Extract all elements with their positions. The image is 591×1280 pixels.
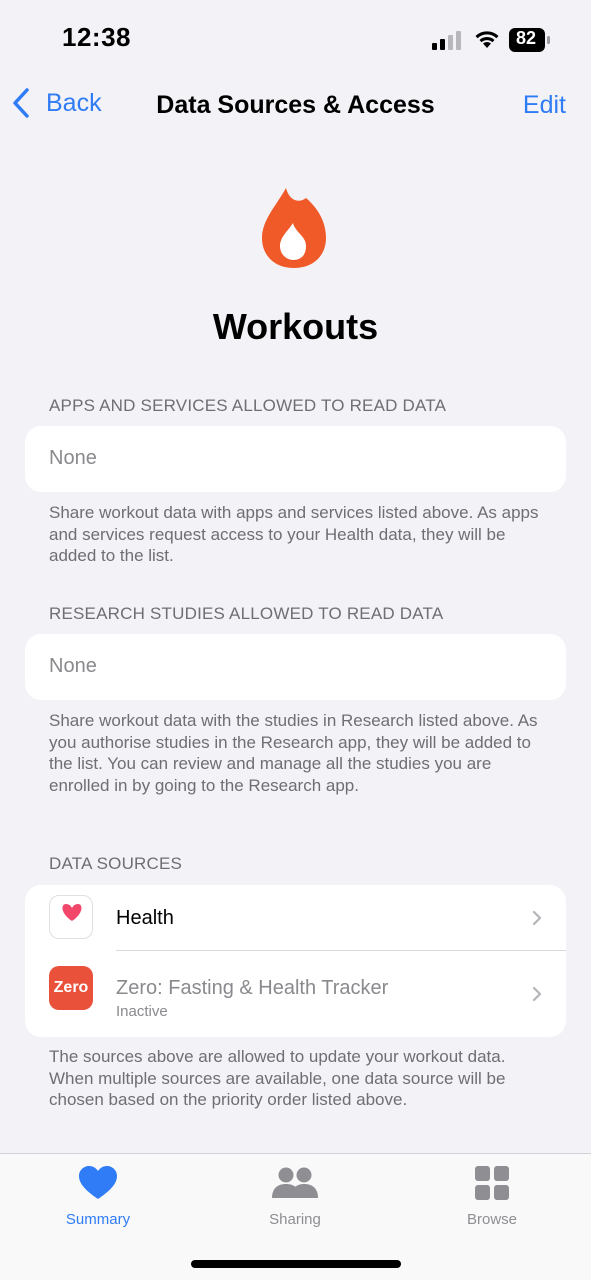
status-bar: 12:38 82 [0, 0, 591, 80]
edit-button[interactable]: Edit [523, 91, 566, 120]
research-section-header: RESEARCH STUDIES ALLOWED TO READ DATA [49, 604, 444, 623]
health-heart-icon [49, 895, 93, 939]
zero-app-icon: Zero [49, 966, 93, 1010]
home-indicator [191, 1260, 401, 1268]
apps-none-value: None [49, 447, 97, 469]
tab-browse[interactable]: Browse [432, 1166, 552, 1228]
tab-summary[interactable]: Summary [38, 1166, 158, 1228]
source-row-zero[interactable]: Zero Zero: Fasting & Health Tracker Inac… [25, 951, 566, 1037]
apps-section-header: APPS AND SERVICES ALLOWED TO READ DATA [49, 396, 447, 415]
data-sources-footer: The sources above are allowed to update … [49, 1047, 506, 1109]
chevron-right-icon [532, 986, 542, 1002]
tab-sharing[interactable]: Sharing [235, 1166, 355, 1228]
status-time: 12:38 [62, 22, 131, 52]
apps-card: None [25, 426, 566, 492]
cellular-signal-icon [432, 31, 461, 50]
data-sources-card: Health Zero Zero: Fasting & Health Track… [25, 885, 566, 1037]
research-none-value: None [49, 655, 97, 677]
source-row-health[interactable]: Health [25, 885, 566, 951]
navigation-bar: Back Data Sources & Access Edit [0, 80, 591, 132]
research-card: None [25, 634, 566, 700]
wifi-icon [475, 31, 499, 48]
battery-level: 82 [515, 28, 537, 48]
data-sources-header: DATA SOURCES [49, 854, 183, 873]
apps-section-footer: Share workout data with apps and service… [49, 503, 539, 565]
people-icon [272, 1167, 318, 1198]
flame-icon [262, 188, 326, 268]
source-name-zero: Zero: Fasting & Health Tracker [116, 977, 389, 999]
grid-icon [475, 1166, 509, 1200]
heart-icon [79, 1166, 117, 1199]
tab-summary-label: Summary [65, 1211, 131, 1228]
tab-browse-label: Browse [466, 1211, 518, 1228]
category-title: Workouts [212, 306, 379, 347]
research-section-footer: Share workout data with the studies in R… [49, 711, 538, 795]
tab-sharing-label: Sharing [269, 1211, 321, 1228]
source-status-zero: Inactive [116, 1003, 168, 1020]
page-title: Data Sources & Access [156, 91, 435, 119]
chevron-right-icon [532, 910, 542, 926]
source-name-health: Health [116, 907, 174, 929]
